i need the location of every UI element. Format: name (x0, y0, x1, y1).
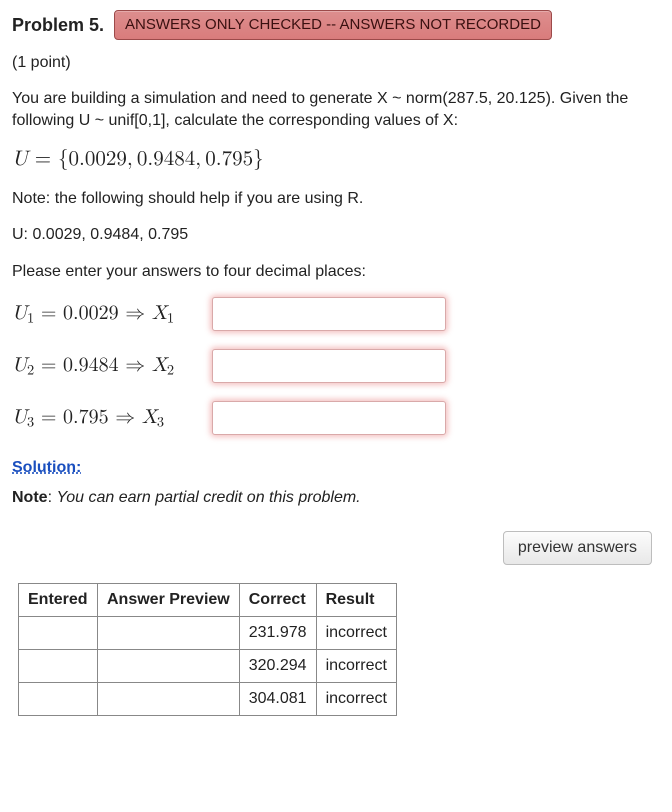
cell-correct: 231.978 (239, 616, 316, 649)
answer-input-1[interactable] (212, 297, 446, 331)
points-label: (1 point) (12, 54, 660, 72)
col-result: Result (316, 583, 396, 616)
cell-result: incorrect (316, 649, 396, 682)
note-r: Note: the following should help if you a… (12, 188, 660, 210)
answer-row-2: U2 = 0.9484 ⇒ X2 (12, 349, 660, 383)
partial-credit-note: Note: You can earn partial credit on thi… (12, 489, 660, 507)
cell-preview (98, 682, 240, 715)
cell-entered (19, 682, 98, 715)
col-preview: Answer Preview (98, 583, 240, 616)
answer-input-2[interactable] (212, 349, 446, 383)
problem-label: Problem 5. (12, 15, 104, 36)
table-row: 231.978 incorrect (19, 616, 397, 649)
answer-math-1: U1 = 0.0029 ⇒ X1 (12, 301, 212, 328)
problem-intro: You are building a simulation and need t… (12, 88, 660, 133)
cell-correct: 320.294 (239, 649, 316, 682)
col-entered: Entered (19, 583, 98, 616)
answer-math-2: U2 = 0.9484 ⇒ X2 (12, 353, 212, 380)
cell-preview (98, 649, 240, 682)
answer-row-3: U3 = 0.795 ⇒ X3 (12, 401, 660, 435)
cell-entered (19, 649, 98, 682)
answer-row-1: U1 = 0.0029 ⇒ X1 (12, 297, 660, 331)
cell-result: incorrect (316, 616, 396, 649)
col-correct: Correct (239, 583, 316, 616)
solution-link[interactable]: Solution: (12, 459, 81, 477)
decimal-note: Please enter your answers to four decima… (12, 261, 660, 283)
cell-entered (19, 616, 98, 649)
results-table: Entered Answer Preview Correct Result 23… (18, 583, 397, 716)
answer-math-3: U3 = 0.795 ⇒ X3 (12, 405, 212, 432)
u-set-formula: U = {0.0029, 0.9484, 0.795} (12, 147, 660, 172)
preview-answers-button[interactable]: preview answers (503, 531, 652, 565)
answer-input-3[interactable] (212, 401, 446, 435)
table-row: 320.294 incorrect (19, 649, 397, 682)
cell-preview (98, 616, 240, 649)
cell-correct: 304.081 (239, 682, 316, 715)
u-values-line: U: 0.0029, 0.9484, 0.795 (12, 224, 660, 246)
table-row: 304.081 incorrect (19, 682, 397, 715)
status-badge: ANSWERS ONLY CHECKED -- ANSWERS NOT RECO… (114, 10, 552, 40)
cell-result: incorrect (316, 682, 396, 715)
